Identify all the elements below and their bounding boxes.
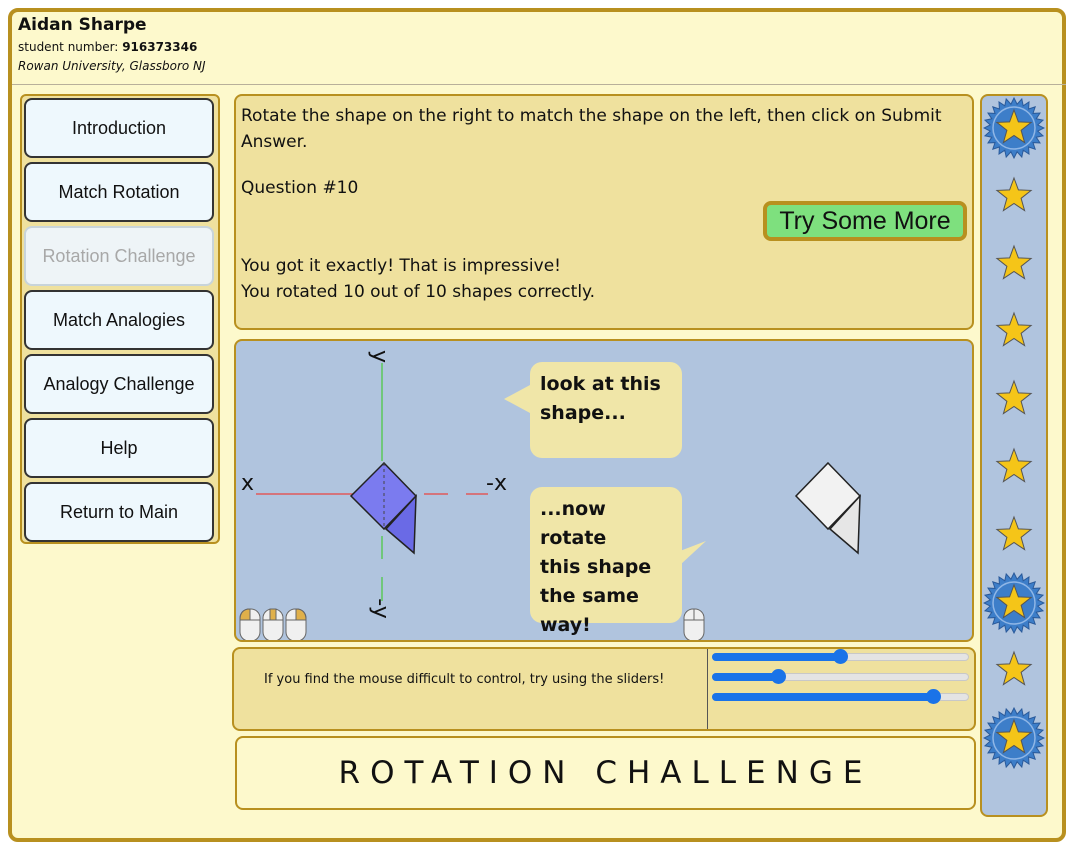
try-some-more-button[interactable]: Try Some More — [763, 201, 967, 241]
bubble-rotate-line3: the same — [540, 585, 639, 607]
instructions-line2: Answer. — [241, 132, 308, 152]
star-icon — [983, 639, 1045, 701]
star-icon — [983, 436, 1045, 498]
star-icon — [983, 300, 1045, 362]
badge-star-icon — [982, 707, 1046, 770]
slider-fill — [712, 693, 934, 701]
slider-hint: If you find the mouse difficult to contr… — [264, 672, 665, 687]
rotation-canvas[interactable]: x -x y -y look at this shape... ...now r… — [234, 339, 974, 642]
result-line1: You got it exactly! That is impressive! — [241, 256, 561, 276]
student-number: 916373346 — [122, 40, 198, 54]
star-icon — [983, 368, 1045, 430]
question-number: Question #10 — [241, 178, 359, 198]
axis-label-x: x — [241, 471, 255, 496]
nav-rotation-challenge-button: Rotation Challenge — [24, 226, 214, 286]
axis-label-neg-y: -y — [367, 598, 393, 619]
axis-label-neg-x: -x — [486, 471, 507, 496]
university: Rowan University, Glassboro NJ — [18, 59, 206, 73]
bubble-rotate-line2: this shape — [540, 556, 652, 578]
page-title: ROTATION CHALLENGE — [338, 755, 873, 791]
badge-star-icon — [982, 96, 1046, 160]
nav-match-analogies-button[interactable]: Match Analogies — [24, 290, 214, 350]
badge-star-icon — [982, 571, 1046, 634]
nav-return-main-button[interactable]: Return to Main — [24, 482, 214, 542]
bubble-rotate-tail — [680, 541, 706, 565]
bubble-rotate-line4: way! — [540, 614, 591, 636]
bubble-look: look at this shape... — [530, 362, 682, 458]
star-icon — [983, 504, 1045, 566]
sliders-divider — [707, 649, 708, 729]
axis-label-y: y — [367, 349, 393, 364]
bubble-look-tail — [504, 385, 530, 413]
student-number-row: student number: 916373346 — [18, 40, 197, 54]
student-name: Aidan Sharpe — [18, 15, 147, 35]
star-icon — [983, 165, 1045, 227]
nav-match-rotation-button[interactable]: Match Rotation — [24, 162, 214, 222]
student-number-label: student number: — [18, 40, 119, 54]
slider-fill — [712, 673, 779, 681]
header-divider — [12, 84, 1066, 85]
nav-analogy-challenge-button[interactable]: Analogy Challenge — [24, 354, 214, 414]
star-icon — [983, 233, 1045, 295]
slider-thumb[interactable] — [925, 689, 941, 704]
result-line2: You rotated 10 out of 10 shapes correctl… — [241, 282, 596, 302]
slider-thumb[interactable] — [833, 649, 848, 664]
slider-fill — [712, 653, 841, 661]
bubble-look-line2: shape... — [540, 402, 626, 424]
nav-help-button[interactable]: Help — [24, 418, 214, 478]
bubble-look-line1: look at this — [540, 373, 661, 395]
nav-introduction-button[interactable]: Introduction — [24, 98, 214, 158]
bubble-rotate-line1: ...now rotate — [540, 498, 607, 549]
instructions-line1: Rotate the shape on the right to match t… — [241, 106, 942, 126]
bubble-rotate: ...now rotate this shape the same way! — [530, 487, 682, 636]
